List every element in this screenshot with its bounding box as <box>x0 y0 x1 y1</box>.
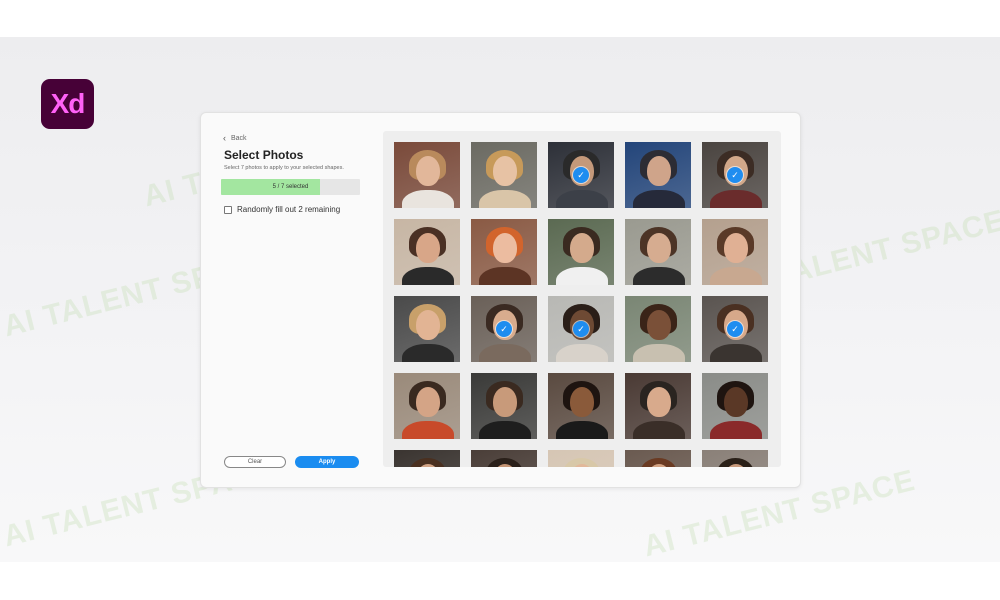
dialog-subtitle: Select 7 photos to apply to your selecte… <box>224 165 344 171</box>
portrait-body <box>710 344 762 362</box>
photo-thumbnail[interactable] <box>548 450 614 467</box>
portrait-body <box>556 421 608 439</box>
photo-thumbnail[interactable] <box>471 219 537 285</box>
photo-grid[interactable]: ✓ ✓ ✓ ✓ ✓ <box>383 131 781 467</box>
photo-thumbnail[interactable] <box>625 296 691 362</box>
portrait-face <box>493 233 517 263</box>
photo-thumbnail[interactable]: ✓ <box>471 296 537 362</box>
portrait-face <box>724 233 748 263</box>
portrait-body <box>710 267 762 285</box>
portrait-face <box>570 387 594 417</box>
portrait-body <box>402 190 454 208</box>
portrait-face <box>493 387 517 417</box>
checkmark-icon: ✓ <box>727 321 743 337</box>
random-fill-checkbox[interactable] <box>224 205 232 214</box>
portrait-body <box>633 190 685 208</box>
photo-thumbnail[interactable] <box>394 296 460 362</box>
portrait-body <box>479 190 531 208</box>
portrait-face <box>647 387 671 417</box>
adobe-xd-logo: Xd <box>41 79 94 129</box>
portrait-face <box>416 387 440 417</box>
photo-thumbnail[interactable] <box>471 142 537 208</box>
portrait-face <box>570 233 594 263</box>
selection-progress-bar: 5 / 7 selected <box>221 179 360 195</box>
portrait-body <box>402 344 454 362</box>
portrait-face <box>493 156 517 186</box>
portrait-body <box>710 190 762 208</box>
photo-thumbnail[interactable] <box>702 450 768 467</box>
portrait-body <box>633 267 685 285</box>
photo-thumbnail[interactable] <box>702 219 768 285</box>
photo-thumbnail[interactable] <box>471 373 537 439</box>
photo-thumbnail[interactable] <box>625 450 691 467</box>
photo-thumbnail[interactable]: ✓ <box>702 142 768 208</box>
portrait-face <box>647 233 671 263</box>
portrait-face <box>416 233 440 263</box>
portrait-body <box>556 190 608 208</box>
photo-thumbnail[interactable] <box>471 450 537 467</box>
portrait-body <box>479 267 531 285</box>
checkmark-icon: ✓ <box>573 321 589 337</box>
photo-thumbnail[interactable]: ✓ <box>702 296 768 362</box>
portrait-body <box>556 267 608 285</box>
portrait-body <box>710 421 762 439</box>
select-photos-dialog: ‹ Back Select Photos Select 7 photos to … <box>200 112 801 488</box>
portrait-face <box>416 156 440 186</box>
progress-text: 5 / 7 selected <box>272 184 309 190</box>
photo-thumbnail[interactable] <box>394 373 460 439</box>
photo-thumbnail[interactable] <box>625 142 691 208</box>
random-fill-label: Randomly fill out 2 remaining <box>237 205 341 214</box>
chevron-left-icon: ‹ <box>223 133 226 143</box>
photo-thumbnail[interactable] <box>548 373 614 439</box>
portrait-face <box>724 387 748 417</box>
random-fill-option[interactable]: Randomly fill out 2 remaining <box>224 205 340 214</box>
portrait-face <box>416 310 440 340</box>
photo-thumbnail[interactable] <box>394 450 460 467</box>
portrait-body <box>479 344 531 362</box>
portrait-body <box>402 267 454 285</box>
portrait-body <box>556 344 608 362</box>
checkmark-icon: ✓ <box>573 167 589 183</box>
portrait-face <box>647 156 671 186</box>
photo-thumbnail[interactable] <box>394 142 460 208</box>
photo-thumbnail[interactable]: ✓ <box>548 296 614 362</box>
checkmark-icon: ✓ <box>496 321 512 337</box>
dialog-title: Select Photos <box>224 148 304 162</box>
photo-thumbnail[interactable] <box>548 219 614 285</box>
photo-thumbnail[interactable] <box>702 373 768 439</box>
apply-button[interactable]: Apply <box>295 456 359 468</box>
photo-thumbnail[interactable]: ✓ <box>548 142 614 208</box>
portrait-body <box>633 421 685 439</box>
photo-thumbnail[interactable] <box>625 219 691 285</box>
photo-thumbnail[interactable] <box>625 373 691 439</box>
photo-thumbnail[interactable] <box>394 219 460 285</box>
portrait-body <box>633 344 685 362</box>
back-button[interactable]: ‹ Back <box>223 133 247 143</box>
clear-button[interactable]: Clear <box>224 456 286 468</box>
portrait-body <box>479 421 531 439</box>
portrait-body <box>402 421 454 439</box>
back-label: Back <box>231 134 247 142</box>
dialog-sidebar: ‹ Back Select Photos Select 7 photos to … <box>201 113 383 487</box>
portrait-face <box>647 310 671 340</box>
checkmark-icon: ✓ <box>727 167 743 183</box>
